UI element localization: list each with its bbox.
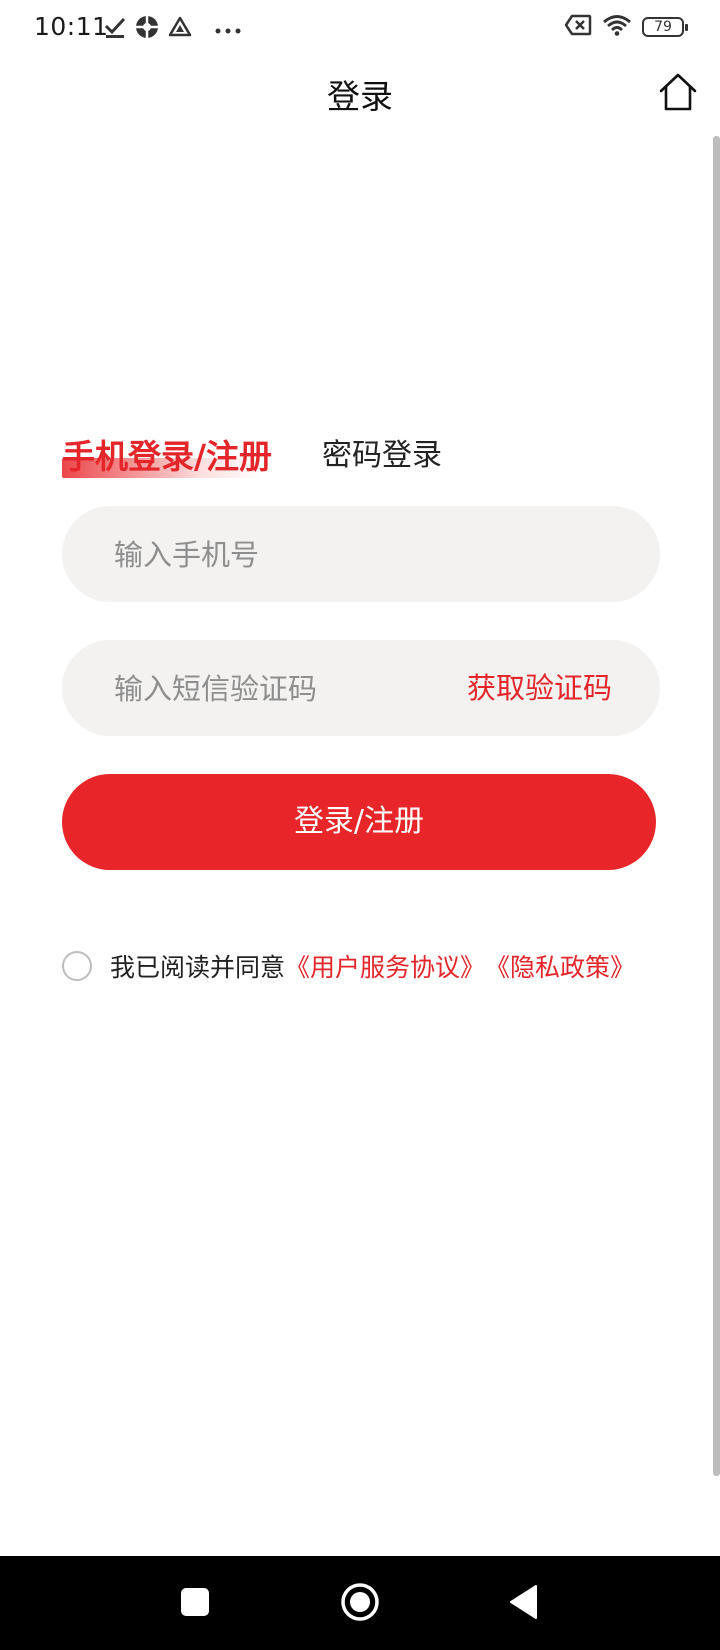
phone-input[interactable] <box>112 506 456 604</box>
tab-phone-login[interactable]: 手机登录/注册 <box>62 430 272 478</box>
page-title: 登录 <box>327 77 393 116</box>
navigation-bar <box>0 1556 720 1650</box>
download-done-icon <box>104 15 126 43</box>
sim-off-icon <box>564 14 592 40</box>
recents-square-icon[interactable] <box>181 1588 209 1616</box>
agreement-row: 我已阅读并同意 《用户服务协议》 《隐私政策》 <box>62 948 635 984</box>
terms-link[interactable]: 《用户服务协议》 <box>285 948 485 984</box>
code-field: 获取验证码 <box>62 640 660 738</box>
agreement-checkbox[interactable] <box>62 951 92 981</box>
agreement-text: 我已阅读并同意 <box>110 953 286 982</box>
login-register-button[interactable]: 登录/注册 <box>62 774 656 870</box>
get-code-button[interactable]: 获取验证码 <box>467 640 612 736</box>
wifi-icon <box>602 14 632 40</box>
status-left-icons <box>104 14 242 44</box>
status-bar: 10:11 79 <box>0 0 720 56</box>
scrollbar[interactable] <box>713 136 720 1476</box>
tab-password-login[interactable]: 密码登录 <box>322 430 442 474</box>
status-right-icons: 79 <box>564 14 688 40</box>
home-button[interactable] <box>656 70 700 114</box>
drive-icon <box>168 16 192 42</box>
header: 登录 <box>0 56 720 132</box>
back-triangle-icon[interactable] <box>508 1584 538 1620</box>
phone-field <box>62 506 660 604</box>
privacy-link[interactable]: 《隐私政策》 <box>485 948 635 984</box>
app-notification-icon <box>134 14 160 44</box>
home-circle-icon[interactable] <box>340 1582 380 1622</box>
login-screen: 10:11 79 登录 手机登录/注册 密码登录 输入手机号 输入短信验证码 获… <box>0 0 720 1650</box>
battery-icon: 79 <box>642 17 688 37</box>
more-dots-icon <box>214 20 242 39</box>
status-time: 10:11 <box>34 12 109 41</box>
home-icon <box>659 73 697 111</box>
sms-code-input[interactable] <box>112 640 456 738</box>
